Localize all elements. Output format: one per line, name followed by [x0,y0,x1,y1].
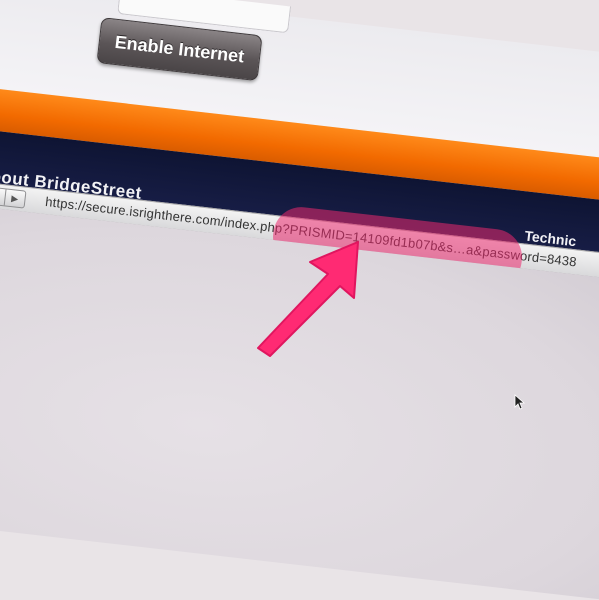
forward-arrow-icon[interactable]: ▶ [3,189,26,208]
annotation-arrow-icon [257,241,359,357]
mouse-pointer-icon [514,394,526,410]
nav-buttons: ◀ ▶ [0,185,27,209]
